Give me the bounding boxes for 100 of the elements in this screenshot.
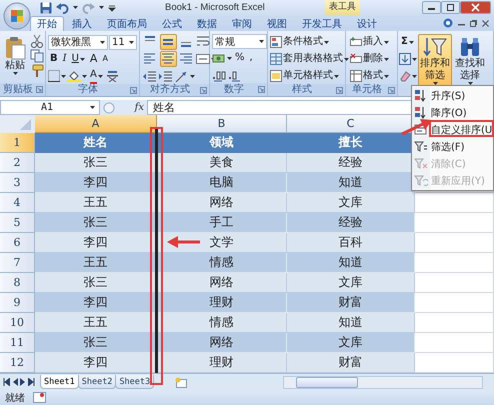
caret-icon	[384, 58, 389, 60]
next-sheet-icon[interactable]	[20, 378, 26, 386]
sheet-tab[interactable]: Sheet3	[115, 375, 154, 389]
ribbon-tab[interactable]: 视图	[260, 16, 294, 31]
italic-button[interactable]: I	[60, 51, 69, 67]
ribbon-tab[interactable]: 公式	[155, 16, 189, 31]
ribbon-tab[interactable]: 开发工具	[295, 16, 349, 31]
row-header[interactable]: 11	[0, 333, 35, 353]
annotation-arrow	[167, 236, 201, 248]
horizontal-align-icon[interactable]	[160, 51, 177, 67]
ribbon-tab[interactable]: 开始	[30, 16, 64, 31]
clipboard-icon	[4, 36, 26, 60]
insert-sheet-icon[interactable]	[175, 376, 188, 388]
ribbon-menu-button[interactable]: 插入	[348, 34, 391, 50]
row-header[interactable]: 4	[0, 193, 35, 213]
comma-button[interactable]: ,	[248, 50, 255, 66]
font-size-dropdown[interactable]: 11	[109, 34, 137, 50]
ribbon-menu-button[interactable]: 单元格样式	[270, 68, 349, 84]
window-title: Book1 - Microsoft Excel	[165, 2, 266, 13]
vertical-align-icon[interactable]	[160, 34, 177, 50]
ribbon-menu-button[interactable]: 删除	[348, 51, 391, 67]
ribbon-tab[interactable]: 插入	[65, 16, 99, 31]
autosum-button[interactable]: Σ	[399, 34, 417, 50]
text-orientation-icon[interactable]	[174, 70, 189, 82]
underline-button[interactable]: U	[70, 51, 87, 67]
copy-icon[interactable]	[30, 49, 44, 63]
caret-icon	[82, 74, 87, 78]
first-sheet-icon[interactable]	[3, 378, 10, 386]
sheet-tab[interactable]: Sheet2	[78, 375, 116, 389]
caret-icon	[190, 74, 195, 78]
caret-icon	[61, 74, 66, 78]
table-cell: 知道	[287, 173, 415, 193]
horizontal-scrollbar[interactable]	[283, 376, 483, 388]
ribbon-tab[interactable]: 数据	[190, 16, 224, 31]
phonetic-guide-icon[interactable]	[106, 70, 119, 82]
find-select-button[interactable]: 查找和选择	[453, 34, 487, 87]
ribbon-tab[interactable]: 页面布局	[100, 16, 154, 31]
row-header[interactable]: 6	[0, 233, 35, 253]
row-header[interactable]: 2	[0, 153, 35, 173]
ribbon-menu-button[interactable]: 格式	[348, 68, 391, 84]
borders-icon[interactable]	[48, 70, 60, 82]
help-icon[interactable]	[443, 18, 453, 28]
shrink-font-button[interactable]: A	[100, 51, 110, 67]
cut-icon[interactable]	[30, 34, 44, 48]
table-cell: 王五	[35, 313, 157, 333]
ribbon-tab[interactable]: 设计	[350, 16, 384, 31]
percent-button[interactable]: %	[233, 50, 247, 66]
table-cell: 情感	[157, 313, 287, 333]
row-header[interactable]: 7	[0, 253, 35, 273]
decrease-decimal-icon[interactable]	[228, 68, 243, 82]
row-header[interactable]: 9	[0, 293, 35, 313]
restore-icon[interactable]	[470, 20, 477, 26]
maximize-icon[interactable]	[441, 1, 460, 14]
sort-filter-button[interactable]: 排序和筛选	[418, 34, 452, 87]
fill-icon[interactable]	[399, 53, 411, 65]
row-header[interactable]: 3	[0, 173, 35, 193]
save-icon[interactable]	[40, 2, 52, 14]
macro-record-icon[interactable]	[33, 392, 46, 403]
column-header[interactable]: B	[157, 115, 287, 133]
number-format-dropdown[interactable]: 常规	[212, 34, 267, 49]
table-cell: 李四	[35, 353, 157, 373]
row-header[interactable]: 12	[0, 353, 35, 373]
group-label: 样式	[292, 84, 312, 96]
customize-icon[interactable]	[108, 4, 116, 12]
increase-decimal-icon[interactable]	[212, 68, 227, 82]
font-name-dropdown[interactable]: 微软雅黑	[48, 34, 108, 50]
row-header[interactable]: 5	[0, 213, 35, 233]
sort-menu-icon	[414, 106, 428, 119]
table-cell: 网络	[157, 273, 287, 293]
previous-sheet-icon[interactable]	[12, 378, 18, 386]
row-header[interactable]: 1	[0, 133, 35, 153]
decrease-indent-icon[interactable]	[142, 70, 157, 82]
table-cell: 文库	[287, 273, 415, 293]
bold-button[interactable]: B	[48, 51, 60, 67]
undo-icon[interactable]	[56, 2, 69, 14]
table-cell: 文学	[157, 233, 287, 253]
ribbon-tab[interactable]: 审阅	[225, 16, 259, 31]
row-header[interactable]: 10	[0, 313, 35, 333]
format-painter-icon[interactable]	[30, 64, 44, 78]
table-cell: 李四	[35, 173, 157, 193]
paste-button[interactable]: 粘贴	[2, 34, 28, 77]
annotation-box	[429, 120, 494, 137]
minimize-icon[interactable]	[422, 1, 441, 14]
sheet-tab[interactable]: Sheet1	[40, 375, 79, 389]
close-icon[interactable]	[460, 1, 491, 14]
column-header[interactable]: A	[35, 115, 157, 133]
merge-center-icon[interactable]	[196, 52, 210, 66]
style-icon	[270, 36, 282, 48]
clear-icon[interactable]	[399, 70, 411, 82]
grow-font-button[interactable]: A	[88, 51, 100, 67]
increase-indent-icon[interactable]	[158, 70, 173, 82]
fill-color-icon[interactable]	[67, 70, 81, 82]
ribbon-menu-button[interactable]: 条件格式	[270, 34, 349, 50]
last-sheet-icon[interactable]	[28, 378, 35, 386]
name-box[interactable]: A1	[0, 100, 100, 115]
row-header[interactable]: 8	[0, 273, 35, 293]
close-icon[interactable]	[482, 20, 489, 26]
insert-function-button[interactable]: fx	[134, 102, 144, 113]
ribbon-menu-button[interactable]: 套用表格格式	[270, 51, 349, 67]
currency-icon[interactable]	[212, 52, 226, 64]
